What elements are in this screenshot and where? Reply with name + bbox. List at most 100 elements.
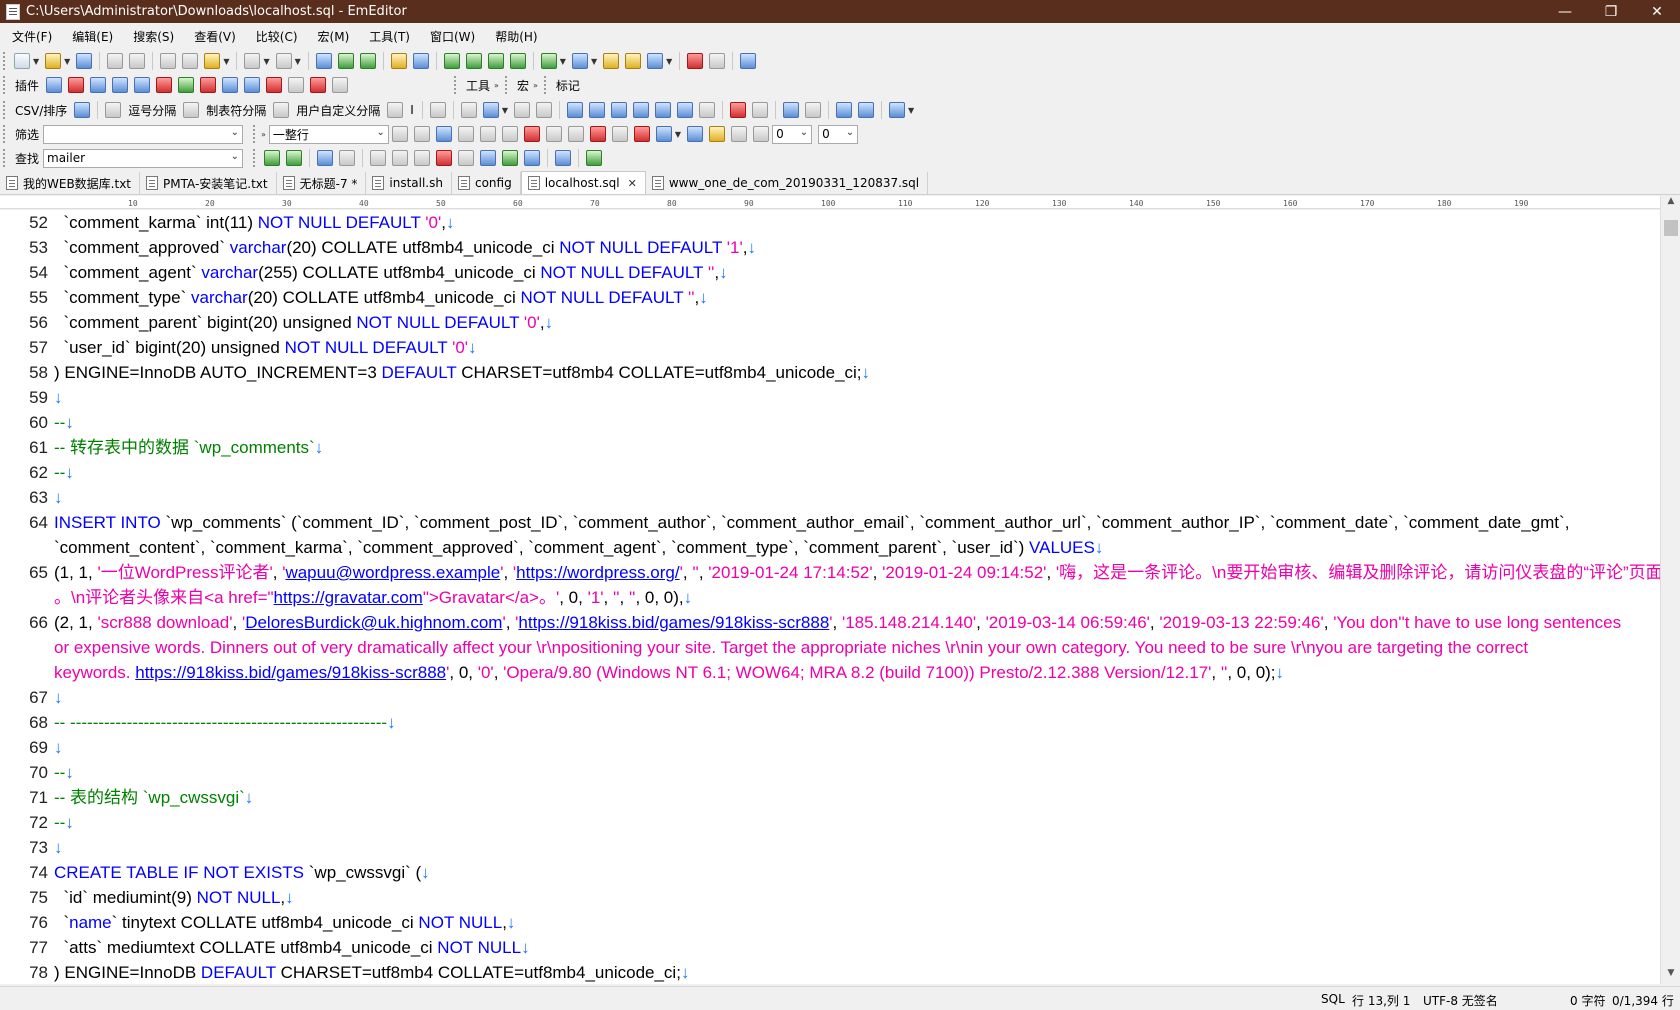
filter-input[interactable]: ⌄ (43, 124, 244, 144)
chevron-down-icon[interactable]: ⌄ (231, 151, 239, 162)
find-input[interactable]: mailer ⌄ (43, 148, 244, 168)
find-in-files-icon[interactable] (390, 53, 407, 69)
outline-icon[interactable] (647, 53, 664, 69)
sync-scroll-icon[interactable] (509, 53, 526, 69)
bookmark-red-icon[interactable] (633, 126, 650, 142)
toolbar-grip[interactable] (253, 149, 257, 167)
toggle-icon[interactable] (480, 150, 497, 166)
match-case-icon[interactable] (436, 150, 453, 166)
comma-separated-button[interactable]: 逗号分隔 (124, 102, 180, 119)
add-column-icon[interactable] (429, 102, 446, 118)
incremental-icon[interactable] (502, 150, 519, 166)
undo-icon[interactable] (244, 53, 261, 69)
code-line[interactable]: 71 -- 表的结构 `wp_cwssvgi`↓ (0, 785, 1660, 810)
code-line[interactable]: 69 ↓ (0, 735, 1660, 760)
code-line[interactable]: 。\n评论者头像来自<a href="https://gravatar.com"… (0, 585, 1660, 610)
plugin-icon[interactable] (134, 77, 151, 93)
remove-duplicates-icon[interactable] (699, 102, 715, 118)
split-horizontal-icon[interactable] (443, 53, 460, 69)
print-icon[interactable] (107, 53, 124, 69)
column-markers-icon[interactable] (783, 102, 799, 118)
select-all-icon[interactable] (339, 150, 356, 166)
whole-word-icon[interactable] (545, 126, 562, 142)
code-link[interactable]: https://gravatar.com (274, 588, 423, 607)
highlight-toggle-icon[interactable] (524, 150, 541, 166)
toolbar-grip[interactable] (253, 125, 257, 143)
code-line[interactable]: 66 (2, 1, 'scr888 download', 'DeloresBurd… (0, 610, 1660, 635)
plugin-icon[interactable] (200, 77, 217, 93)
split-icon[interactable] (536, 102, 552, 118)
chevron-down-icon[interactable]: ▼ (591, 57, 597, 66)
plugin-icon[interactable] (90, 77, 107, 93)
code-link[interactable]: https://918kiss.bid/games/918kiss-scr888 (518, 613, 829, 632)
status-language[interactable]: SQL (1321, 992, 1345, 1006)
find-prev-icon[interactable] (286, 150, 303, 166)
customize-icon[interactable] (625, 53, 642, 69)
marker-label[interactable]: 标记 (552, 77, 584, 94)
code-line[interactable]: 62 --↓ (0, 460, 1660, 485)
redo-icon[interactable] (275, 53, 292, 69)
code-line[interactable]: 58) ENGINE=InnoDB AUTO_INCREMENT=3 DEFAU… (0, 360, 1660, 385)
context-icon[interactable] (753, 126, 770, 142)
code-line[interactable]: 61 -- 转存表中的数据 `wp_comments`↓ (0, 435, 1660, 460)
bracket-icon[interactable] (414, 150, 431, 166)
find-panel-icon[interactable] (555, 150, 572, 166)
chevron-down-icon[interactable]: ▼ (33, 57, 39, 66)
tab-localhost-sql[interactable]: localhost.sql ✕ (520, 171, 646, 194)
clear-filter-icon[interactable] (413, 126, 430, 142)
plugin-icon[interactable] (46, 77, 63, 93)
chevron-down-icon[interactable]: ⌄ (846, 127, 854, 138)
cut-icon[interactable] (160, 53, 177, 69)
numbering-icon[interactable] (858, 102, 874, 118)
overflow-icon[interactable]: » (533, 81, 538, 90)
ruler-icon[interactable] (889, 102, 905, 118)
code-line[interactable]: 55 `comment_type` varchar(20) COLLATE ut… (0, 285, 1660, 310)
save-icon[interactable] (76, 53, 93, 69)
code-line[interactable]: 65 (1, 1, '一位WordPress评论者', 'wapuu@wordpr… (0, 560, 1660, 585)
code-link[interactable]: https://wordpress.org/ (516, 563, 679, 582)
code-line[interactable]: `comment_content`, `comment_karma`, `com… (0, 535, 1660, 560)
code-link[interactable]: https://918kiss.bid/games/918kiss-scr888 (135, 663, 446, 682)
tab-web-database[interactable]: 我的WEB数据库.txt (0, 172, 141, 194)
plugin-icon[interactable] (244, 77, 261, 93)
maximize-button[interactable]: ❐ (1588, 0, 1634, 23)
sort-desc-icon[interactable] (589, 102, 605, 118)
escape-seq-icon[interactable] (392, 150, 409, 166)
overflow-icon[interactable]: » (261, 130, 266, 139)
normal-mode-icon[interactable] (74, 102, 91, 118)
plugin-icon[interactable] (222, 77, 239, 93)
toolbar-grip[interactable] (3, 101, 7, 119)
toolbar-grip[interactable] (3, 76, 7, 94)
csv-comma-icon[interactable] (105, 102, 122, 118)
freeze-icon[interactable] (805, 102, 821, 118)
paste-icon[interactable] (204, 53, 221, 69)
code-line[interactable]: 75 `id` mediumint(9) NOT NULL,↓ (0, 885, 1660, 910)
columns-icon[interactable] (482, 102, 499, 118)
plugin-tool-icon[interactable] (740, 53, 757, 69)
bookmark-icon[interactable] (611, 126, 628, 142)
text-editor[interactable]: 52 `comment_karma` int(11) NOT NULL DEFA… (0, 210, 1660, 984)
code-link[interactable]: wapuu@wordpress.example (285, 563, 500, 582)
custom-separated-button[interactable]: 用户自定义分隔 (292, 102, 384, 119)
stop-record-icon[interactable] (687, 53, 704, 69)
chevron-down-icon[interactable]: ▼ (666, 57, 672, 66)
chevron-down-icon[interactable]: ⌄ (800, 127, 808, 138)
tab-config[interactable]: config (452, 172, 521, 194)
code-line[interactable]: 74 CREATE TABLE IF NOT EXISTS `wp_cwssvgi… (0, 860, 1660, 885)
csv-custom-icon[interactable] (273, 102, 290, 118)
plugin-icon[interactable] (156, 77, 173, 93)
macro-label[interactable]: 宏 (513, 77, 533, 94)
code-line[interactable]: 77 `atts` mediumtext COLLATE utf8mb4_uni… (0, 935, 1660, 960)
regex-icon[interactable] (370, 150, 387, 166)
regex-icon[interactable] (457, 126, 474, 142)
find-all-icon[interactable] (317, 150, 334, 166)
scroll-thumb[interactable] (1664, 220, 1678, 236)
match-case-icon[interactable] (523, 126, 540, 142)
close-tab-icon[interactable]: ✕ (628, 177, 637, 190)
negative-icon[interactable] (567, 126, 584, 142)
whole-word-icon[interactable] (458, 150, 475, 166)
code-line[interactable]: 53 `comment_approved` varchar(20) COLLAT… (0, 235, 1660, 260)
toolbar-grip[interactable] (3, 125, 7, 143)
code-line[interactable]: 63 ↓ (0, 485, 1660, 510)
menu-edit[interactable]: 编辑(E) (64, 28, 121, 45)
